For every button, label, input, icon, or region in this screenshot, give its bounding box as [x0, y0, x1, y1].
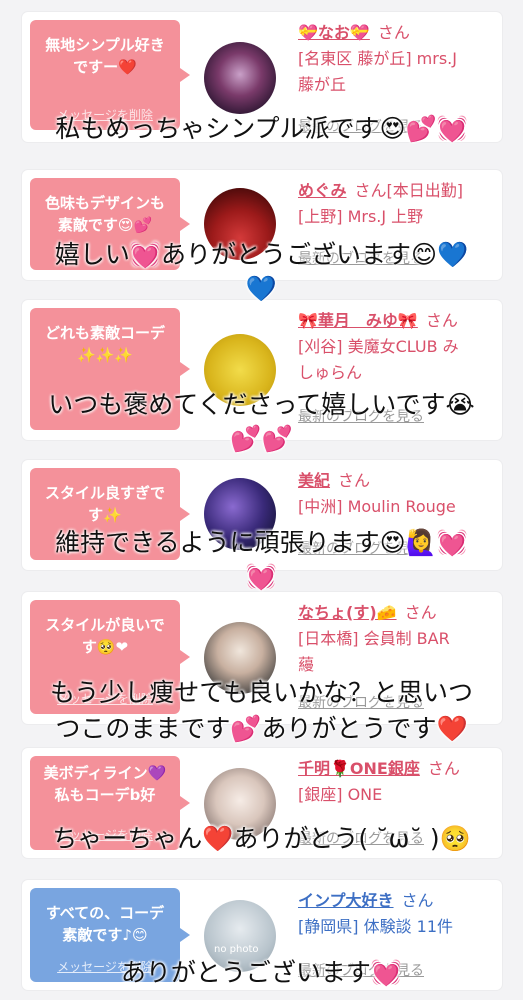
- user-name-link[interactable]: 🎀華月 みゆ🎀: [298, 311, 418, 330]
- overlay-caption: もう少し痩せても良いかな？と思いつ: [49, 678, 473, 707]
- shop-name: [上野] Mrs.J 上野: [298, 207, 424, 226]
- bubble-text-line: すべての、コーデ: [45, 904, 165, 922]
- user-name-link[interactable]: 美紀: [298, 471, 330, 490]
- user-info: 💝なお💝 さん [名東区 藤が丘] mrs.J 藤が丘: [298, 20, 494, 98]
- honorific: さん[本日出勤]: [354, 181, 463, 200]
- bubble-text-line: す🥺❤: [81, 638, 129, 656]
- overlay-caption: ちゃーちゃん❤️ありがとう( ˘ω˘ )🥺: [52, 824, 471, 853]
- overlay-caption: 💓: [245, 562, 278, 591]
- bubble-text-line: す✨: [88, 506, 122, 524]
- bubble-text-line: 素敵です😍💕: [57, 216, 153, 234]
- user-info: 千明🌹ONE銀座 さん [銀座] ONE: [298, 756, 494, 808]
- user-info: インプ大好き さん [静岡県] 体験談 11件: [298, 888, 494, 940]
- overlay-caption: 私もめっちゃシンプル派です😍💕💓: [55, 114, 468, 143]
- bubble-text-line: 美ボディライン💜: [43, 764, 167, 782]
- no-photo-label: no photo: [214, 944, 259, 955]
- user-name-link[interactable]: インプ大好き: [298, 891, 394, 910]
- overlay-caption: つこのままです💕ありがとうです❤️: [55, 714, 468, 743]
- shop-name: [中洲] Moulin Rouge: [298, 497, 456, 516]
- overlay-caption: ありがとうございます💓: [120, 958, 403, 987]
- user-name-link[interactable]: なちょ(す)🧀: [298, 603, 397, 622]
- user-name-link[interactable]: 千明🌹ONE銀座: [298, 759, 420, 778]
- shop-name: [名東区 藤が丘] mrs.J: [298, 49, 457, 68]
- overlay-caption: 💕💕: [230, 424, 293, 453]
- bubble-text-line: スタイルが良いで: [45, 616, 165, 634]
- user-name-link[interactable]: めぐみ: [298, 181, 346, 200]
- bubble-text-line: ですー❤️: [73, 58, 137, 76]
- shop-name: [日本橋] 会員制 BAR: [298, 629, 450, 648]
- shop-name: [静岡県] 体験談 11件: [298, 917, 454, 936]
- honorific: さん: [377, 23, 410, 42]
- bubble-text-line: ✨✨✨: [76, 346, 134, 364]
- honorific: さん: [338, 471, 371, 490]
- overlay-caption: 維持できるように頑張ります😍🙋‍♀️💓: [55, 528, 468, 557]
- user-name-link[interactable]: 💝なお💝: [298, 23, 370, 42]
- bubble-text-line: 素敵です♪😊: [62, 926, 148, 944]
- shop-name-cont: しゅらん: [298, 363, 363, 382]
- bubble-text-line: スタイル良すぎで: [44, 484, 165, 502]
- user-info: なちょ(す)🧀 さん [日本橋] 会員制 BAR 蘰: [298, 600, 494, 678]
- bubble-text-line: 私もコーデb好: [54, 786, 156, 804]
- honorific: さん: [404, 603, 437, 622]
- shop-name: [刈谷] 美魔女CLUB み: [298, 337, 459, 356]
- overlay-caption: 💙: [245, 274, 278, 303]
- honorific: さん: [425, 311, 458, 330]
- bubble-text-line: 無地シンプル好き: [45, 36, 165, 54]
- user-info: 🎀華月 みゆ🎀 さん [刈谷] 美魔女CLUB み しゅらん: [298, 308, 494, 386]
- honorific: さん: [427, 759, 460, 778]
- overlay-caption: いつも褒めてくださって嬉しいです😭: [48, 390, 475, 419]
- honorific: さん: [401, 891, 434, 910]
- shop-name-cont: 藤が丘: [298, 75, 347, 94]
- avatar[interactable]: [204, 42, 276, 114]
- user-info: めぐみ さん[本日出勤] [上野] Mrs.J 上野: [298, 178, 494, 230]
- shop-name-cont: 蘰: [298, 655, 315, 674]
- overlay-caption: 嬉しい💓ありがとうございます😊💙: [54, 240, 469, 269]
- bubble-text-line: 色味もデザインも: [44, 194, 165, 212]
- user-info: 美紀 さん [中洲] Moulin Rouge: [298, 468, 494, 520]
- shop-name: [銀座] ONE: [298, 785, 383, 804]
- bubble-text-line: どれも素敵コーデ: [44, 324, 165, 342]
